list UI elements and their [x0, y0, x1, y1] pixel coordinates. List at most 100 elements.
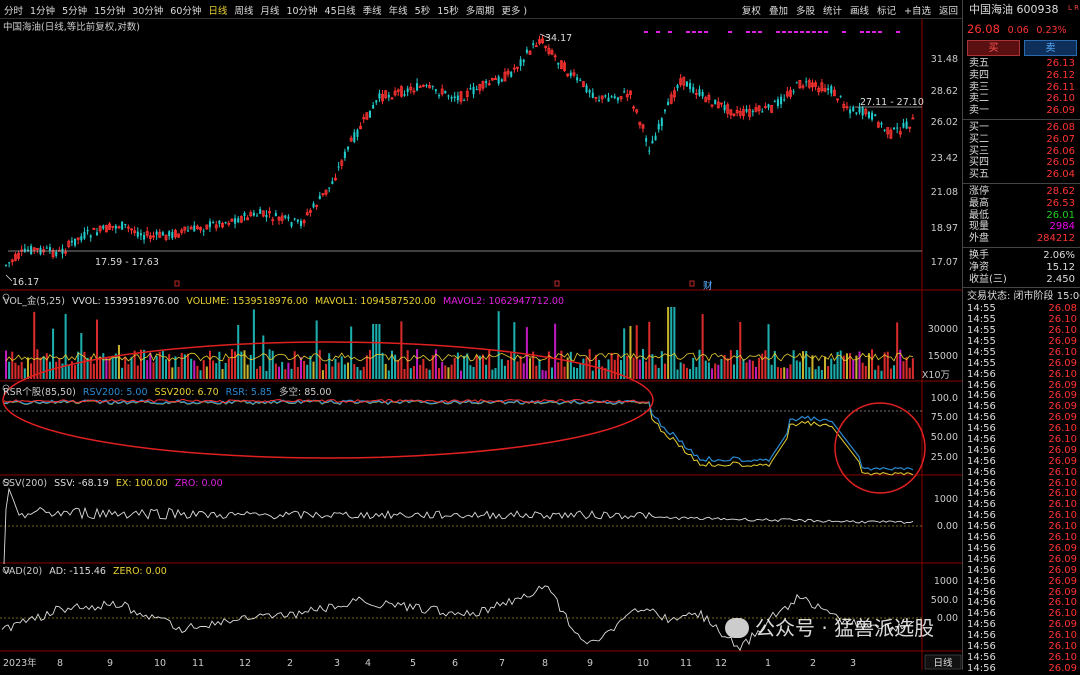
volume-bar	[378, 324, 381, 379]
bids-value: 26.06	[1046, 145, 1075, 157]
signal-marker	[806, 31, 810, 33]
support-label: 17.59 - 17.63	[95, 257, 159, 268]
sell-button[interactable]: 卖	[1024, 40, 1077, 56]
volume-bar	[412, 366, 415, 379]
volume-bar	[20, 361, 23, 379]
period-tab-13[interactable]: 5秒	[415, 3, 431, 17]
bids-row: 买五 26.04	[963, 169, 1080, 181]
volume-bar	[249, 354, 252, 379]
volume-bar	[121, 367, 124, 379]
period-tab-14[interactable]: 15秒	[437, 3, 459, 17]
volume-bar	[190, 358, 193, 379]
candle-body	[375, 100, 378, 103]
candle-body	[444, 90, 447, 94]
candle-body	[776, 99, 779, 106]
volume-bar	[290, 368, 293, 379]
period-tab-15[interactable]: 多周期	[466, 3, 495, 17]
period-tab-10[interactable]: 45日线	[325, 3, 356, 17]
volume-bar	[146, 360, 149, 379]
volume-bar	[475, 355, 478, 379]
volume-bar	[494, 368, 497, 379]
candle-body	[745, 109, 748, 112]
x-axis-label: 9	[107, 658, 113, 669]
vol-tick-label: 30000	[928, 324, 958, 335]
volume-bar	[607, 359, 610, 379]
period-tab-5[interactable]: 60分钟	[170, 3, 201, 17]
x-axis-label: 8	[542, 658, 548, 669]
volume-bar	[742, 359, 745, 379]
volume-bar	[268, 349, 271, 379]
period-tab-2[interactable]: 5分钟	[62, 3, 87, 17]
tick-list[interactable]: 14:55 26.08 14:55 26.10 14:55 26.10 14:55 26.09…	[963, 303, 1080, 674]
volume-bar	[685, 367, 688, 379]
buy-button[interactable]: 买	[967, 40, 1020, 56]
volume-bar	[127, 364, 130, 379]
candle-body	[347, 146, 350, 150]
volume-bar	[428, 369, 431, 379]
chart-area[interactable]: 31.48 28.62 26.02 23.42 21.08 18.97 17.07 17.59…	[0, 19, 962, 670]
tick-time: 14:56	[967, 466, 996, 478]
candle-body	[431, 85, 434, 87]
signal-marker	[860, 31, 864, 33]
period-tab-12[interactable]: 年线	[389, 3, 408, 17]
candle-body	[911, 117, 915, 120]
tool-button-2[interactable]: 多股	[796, 3, 815, 17]
volume-bar	[889, 368, 892, 379]
tool-button-3[interactable]: 统计	[823, 3, 842, 17]
period-tab-11[interactable]: 季线	[363, 3, 382, 17]
vad-ad: AD: -115.46	[49, 566, 106, 577]
candle-body	[208, 221, 211, 228]
period-tab-7[interactable]: 周线	[234, 3, 253, 17]
tool-button-4[interactable]: 画线	[850, 3, 869, 17]
tool-button-5[interactable]: 标记	[877, 3, 896, 17]
vad-tick-label: 1000	[934, 576, 958, 587]
candle-body	[701, 92, 704, 97]
candle-body	[613, 96, 616, 99]
x-axis-label: 5	[410, 658, 416, 669]
period-tab-16[interactable]: 更多 )	[501, 3, 527, 17]
candle-body	[218, 220, 221, 224]
candle-body	[569, 72, 572, 76]
vol-tick-label: 15000	[928, 351, 958, 362]
volume-bar	[221, 369, 224, 379]
tool-button-0[interactable]: 复权	[742, 3, 761, 17]
tool-button-6[interactable]: +自选	[904, 3, 931, 17]
volume-bar	[827, 365, 830, 379]
period-tab-9[interactable]: 10分钟	[286, 3, 317, 17]
candle-body	[623, 91, 626, 93]
candle-body	[312, 203, 315, 208]
volume-bar	[814, 369, 817, 379]
period-tab-4[interactable]: 30分钟	[132, 3, 163, 17]
candle-body	[143, 235, 146, 240]
tool-button-1[interactable]: 叠加	[769, 3, 788, 17]
tick-time: 14:56	[967, 662, 996, 674]
period-tab-3[interactable]: 15分钟	[94, 3, 125, 17]
vol-pane-name: VOL_金(5,25)	[3, 296, 65, 307]
volume-bar	[161, 350, 164, 379]
volume-bar	[284, 369, 287, 379]
volume-bar	[303, 360, 306, 379]
candle-body	[607, 97, 610, 102]
rsr-duokong: 多空: 85.00	[279, 387, 332, 398]
volume-bar	[911, 358, 914, 379]
volume-bar	[130, 357, 133, 379]
asks-label: 卖五	[969, 58, 989, 69]
volume-bar	[246, 364, 249, 379]
volume-bar	[208, 350, 211, 379]
period-tab-8[interactable]: 月线	[260, 3, 279, 17]
tool-button-7[interactable]: 返回	[939, 3, 958, 17]
volume-bar	[359, 370, 362, 379]
volume-bar	[372, 324, 375, 379]
period-tab-1[interactable]: 1分钟	[30, 3, 55, 17]
rsr-tick-label: 25.00	[931, 452, 958, 463]
volume-bar	[11, 351, 14, 379]
ssv-tick-label: 1000	[934, 494, 958, 505]
period-tab-6[interactable]: 日线	[208, 3, 227, 17]
asks-label: 卖二	[969, 93, 989, 105]
period-tab-0[interactable]: 分时	[4, 3, 23, 17]
rsr-rsv200: RSV200: 5.00	[82, 387, 148, 398]
stats-row: 外盘 284212	[963, 233, 1080, 245]
candle-body	[438, 95, 441, 97]
volume-bar	[350, 326, 353, 379]
signal-marker	[746, 31, 750, 33]
